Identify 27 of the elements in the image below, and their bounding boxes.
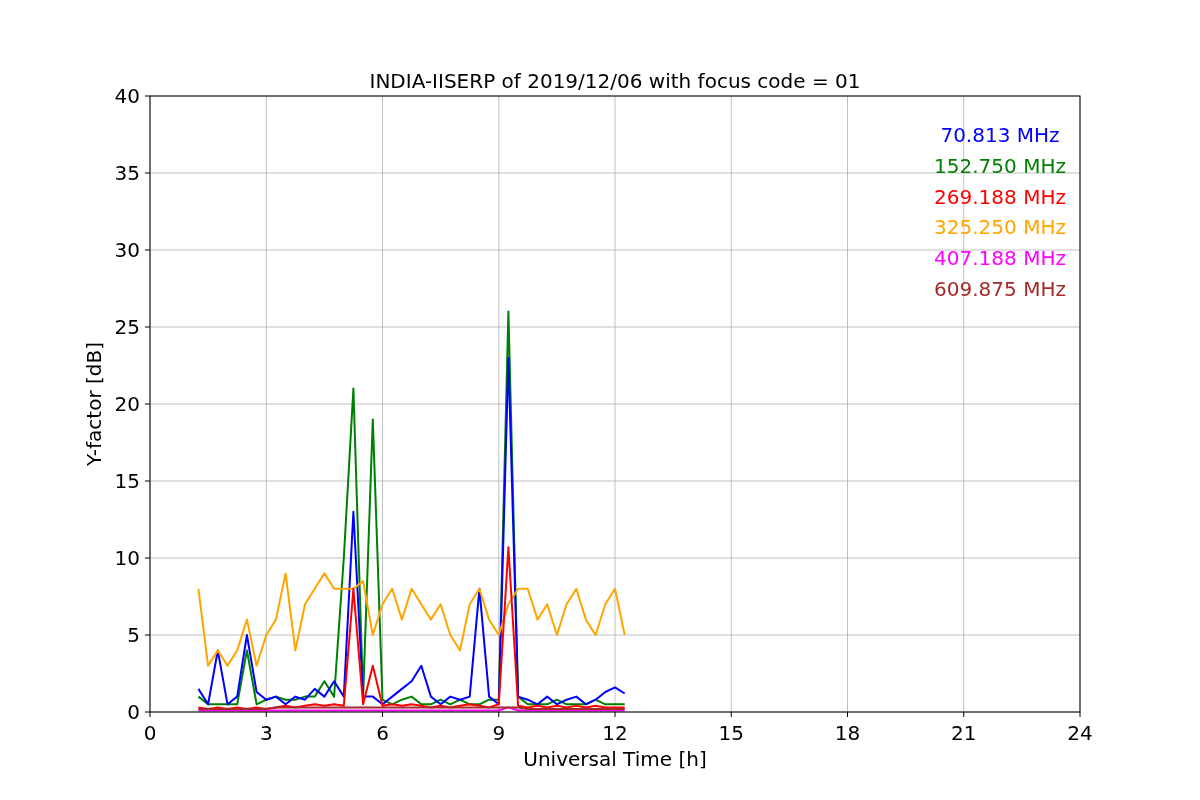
chart-title: INDIA-IISERP of 2019/12/06 with focus code = 01 [369, 69, 861, 93]
legend-label: 325.250 MHz [934, 215, 1066, 240]
x-tick-label: 0 [143, 721, 157, 745]
x-tick-label: 15 [718, 721, 744, 745]
y-tick-label: 25 [114, 315, 140, 339]
x-tick-label: 18 [834, 721, 861, 745]
x-axis-label: Universal Time [h] [523, 747, 707, 771]
y-tick-label: 35 [114, 161, 140, 185]
legend-label: 70.813 MHz [940, 123, 1060, 147]
x-tick-label: 24 [1067, 721, 1093, 745]
x-tick-label: 9 [492, 721, 506, 745]
x-tick-label: 12 [602, 721, 628, 745]
legend-label: 152.750 MHz [934, 153, 1066, 178]
legend-label: 407.188 MHz [934, 246, 1066, 271]
y-tick-label: 30 [114, 238, 140, 262]
legend-label: 609.875 MHz [934, 277, 1066, 301]
y-tick-label: 5 [127, 623, 140, 647]
y-tick-label: 20 [114, 392, 140, 416]
x-tick-label: 21 [951, 721, 977, 745]
y-tick-label: 15 [114, 469, 140, 493]
y-tick-label: 40 [114, 84, 140, 108]
x-tick-label: 6 [376, 721, 389, 745]
legend-label: 269.188 MHz [934, 184, 1066, 209]
x-tick-label: 3 [259, 721, 273, 745]
y-axis-label: Y-factor [dB] [82, 342, 106, 466]
y-tick-label: 10 [114, 546, 140, 570]
y-tick-label: 0 [127, 700, 140, 724]
